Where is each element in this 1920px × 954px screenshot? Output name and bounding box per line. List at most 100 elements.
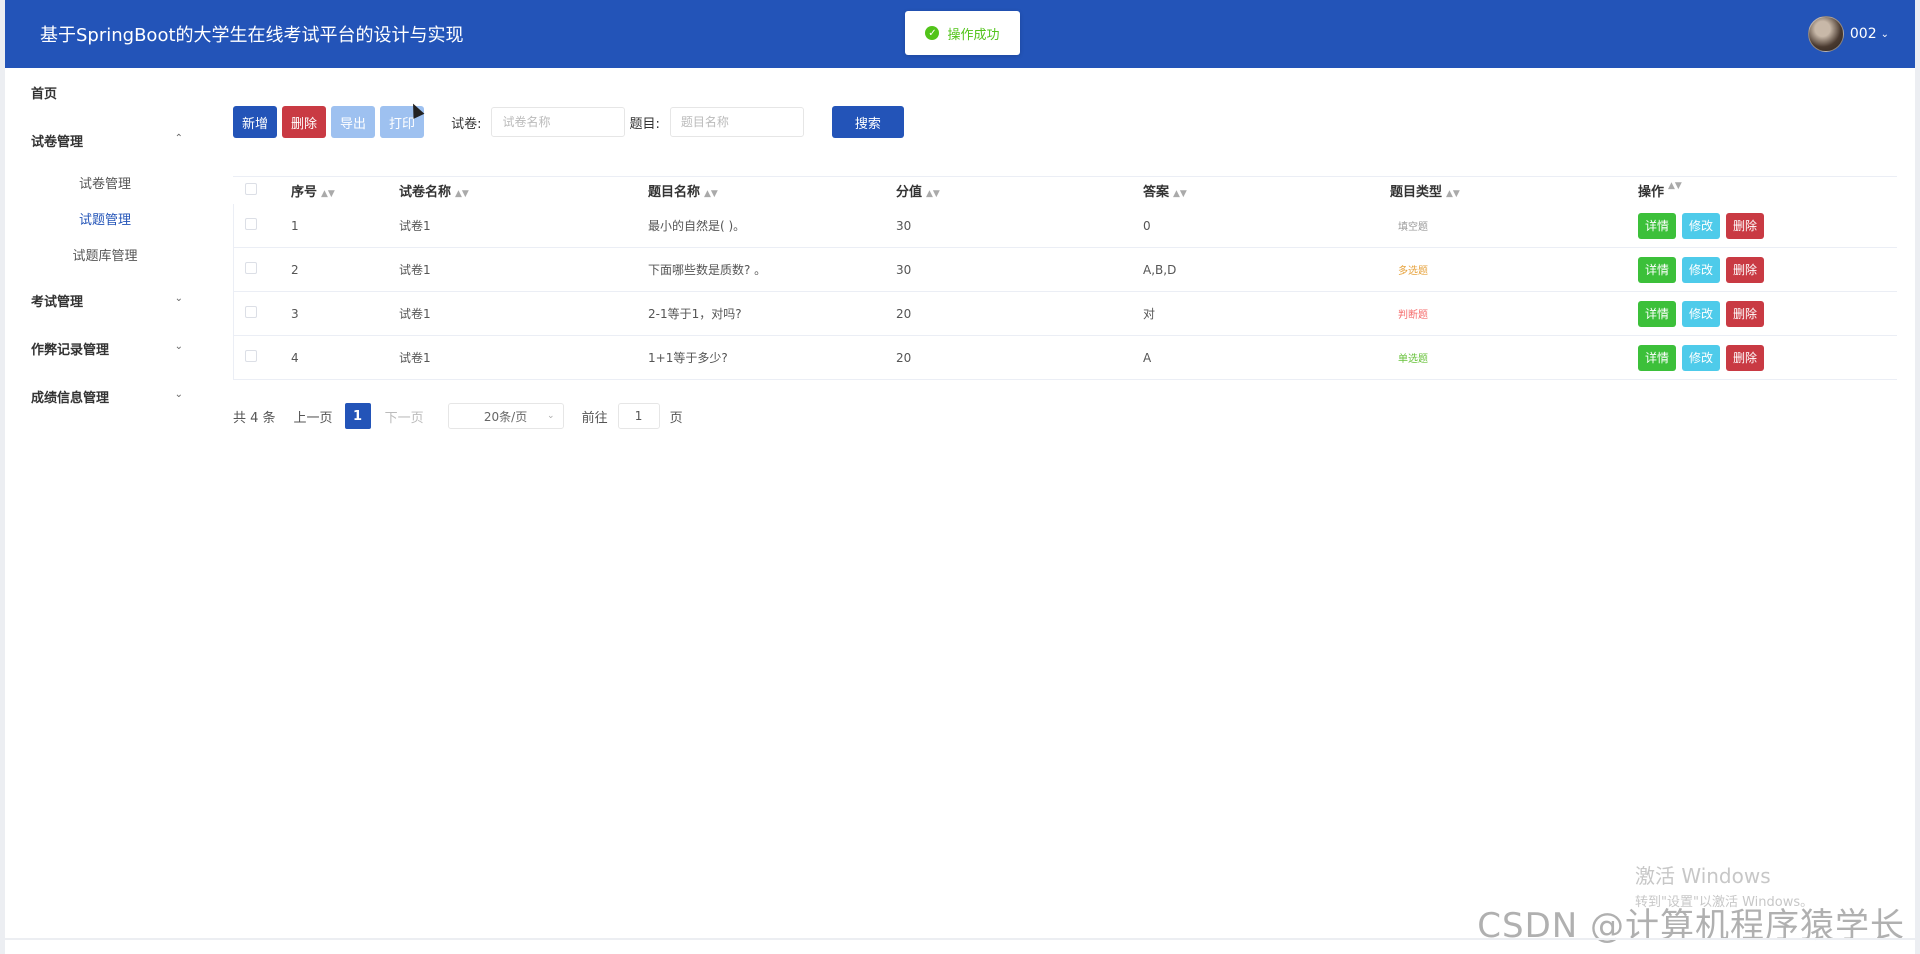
edit-button[interactable]: 修改 (1682, 300, 1721, 327)
page-size-select[interactable]: 20条/页 ⌄ (447, 403, 564, 429)
table-row: 2 试卷1 下面哪些数是质数? 。 30 A,B,D 多选题 详情 修改 删除 (233, 248, 1897, 292)
sidebar-item-label: 首页 (31, 86, 58, 102)
delete-row-button[interactable]: 删除 (1726, 344, 1765, 371)
sidebar-group-score[interactable]: 成绩信息管理 ⌄ (5, 372, 195, 420)
sidebar-item-label: 作弊记录管理 (31, 342, 110, 358)
sidebar-item-question-bank[interactable]: 试题库管理 (5, 236, 195, 272)
chevron-down-icon: ⌄ (547, 411, 555, 421)
table-border (233, 204, 234, 380)
type-tag: 单选题 (1398, 354, 1428, 365)
column-header-question[interactable]: 题目名称 ▲▼ (648, 181, 896, 200)
column-header-ops[interactable]: 操作 ▲▼ (1638, 181, 1897, 200)
cell-score: 20 (896, 350, 912, 365)
page-unit-label: 页 (669, 410, 683, 426)
question-search-label: 题目: (629, 116, 660, 132)
paper-search-input[interactable] (491, 107, 626, 137)
chevron-down-icon: ⌄ (174, 293, 183, 304)
row-checkbox[interactable] (245, 262, 257, 274)
row-checkbox[interactable] (245, 350, 257, 362)
sidebar-item-home[interactable]: 首页 (5, 68, 195, 116)
sort-icon[interactable]: ▲▼ (1668, 181, 1682, 200)
column-header-answer[interactable]: 答案 ▲▼ (1143, 181, 1390, 200)
chevron-down-icon: ⌄ (1880, 28, 1889, 40)
column-header-paper[interactable]: 试卷名称 ▲▼ (399, 181, 648, 200)
cell-paper: 试卷1 (399, 307, 431, 321)
sidebar-group-exam[interactable]: 考试管理 ⌄ (5, 276, 195, 324)
sidebar-item-label: 试卷管理 (31, 134, 84, 150)
detail-button[interactable]: 详情 (1638, 300, 1677, 327)
cell-index: 4 (291, 350, 299, 365)
sidebar-submenu-paper: 试卷管理 试题管理 试题库管理 (5, 164, 195, 276)
prev-page-button[interactable]: 上一页 (294, 407, 333, 426)
sort-icon[interactable]: ▲▼ (1173, 189, 1187, 199)
pagination: 共 4 条 上一页 1 下一页 20条/页 ⌄ 前往 1 页 (233, 403, 683, 429)
pagination-total: 共 4 条 (233, 410, 276, 426)
column-header-index[interactable]: 序号 ▲▼ (291, 181, 399, 200)
check-circle-icon: ✓ (925, 26, 940, 40)
sidebar-group-paper[interactable]: 试卷管理 ⌃ (5, 116, 195, 164)
type-tag: 判断题 (1398, 310, 1428, 321)
detail-button[interactable]: 详情 (1638, 344, 1677, 371)
next-page-button[interactable]: 下一页 (385, 407, 424, 426)
app-title: 基于SpringBoot的大学生在线考试平台的设计与实现 (40, 25, 464, 46)
username: 002 (1849, 26, 1877, 42)
chevron-down-icon: ⌄ (174, 389, 183, 400)
table-row: 1 试卷1 最小的自然是( )。 30 0 填空题 详情 修改 删除 (233, 204, 1897, 248)
add-button[interactable]: 新增 (233, 106, 278, 138)
sort-icon[interactable]: ▲▼ (704, 189, 718, 199)
export-button[interactable]: 导出 (331, 106, 376, 138)
cell-question: 下面哪些数是质数? 。 (648, 263, 767, 277)
chevron-down-icon: ⌄ (174, 341, 183, 352)
search-button[interactable]: 搜索 (831, 106, 904, 138)
sort-icon[interactable]: ▲▼ (1446, 189, 1460, 199)
sidebar: 首页 试卷管理 ⌃ 试卷管理 试题管理 试题库管理 考试管理 ⌄ 作弊记录管理 … (5, 68, 195, 938)
cell-paper: 试卷1 (399, 351, 431, 365)
chevron-up-icon: ⌃ (174, 133, 183, 144)
type-tag: 多选题 (1398, 266, 1428, 277)
cell-question: 最小的自然是( )。 (648, 219, 746, 233)
sort-icon[interactable]: ▲▼ (321, 189, 335, 199)
bottom-divider (5, 938, 1915, 940)
page: 基于SpringBoot的大学生在线考试平台的设计与实现 ✓ 操作成功 002 … (0, 0, 1920, 954)
cell-answer: 0 (1143, 218, 1151, 233)
page-jump-input[interactable]: 1 (617, 403, 660, 429)
sidebar-item-label: 考试管理 (31, 294, 84, 310)
row-checkbox[interactable] (245, 306, 257, 318)
edit-button[interactable]: 修改 (1682, 344, 1721, 371)
cell-score: 30 (896, 262, 912, 277)
delete-button[interactable]: 删除 (282, 106, 327, 138)
cell-paper: 试卷1 (399, 263, 431, 277)
cell-answer: A,B,D (1143, 262, 1177, 277)
cell-answer: 对 (1143, 307, 1156, 321)
table-row: 4 试卷1 1+1等于多少? 20 A 单选题 详情 修改 删除 (233, 336, 1897, 380)
sidebar-item-paper-manage[interactable]: 试卷管理 (5, 164, 195, 200)
select-all-checkbox[interactable] (245, 182, 257, 195)
sort-icon[interactable]: ▲▼ (926, 189, 940, 199)
page-number-current[interactable]: 1 (344, 403, 371, 429)
cell-answer: A (1143, 350, 1152, 365)
table-row: 3 试卷1 2-1等于1，对吗? 20 对 判断题 详情 修改 删除 (233, 292, 1897, 336)
delete-row-button[interactable]: 删除 (1726, 212, 1765, 239)
edit-button[interactable]: 修改 (1682, 212, 1721, 239)
toolbar: 新增 删除 导出 打印 试卷: 题目: 搜索 (233, 106, 909, 138)
column-header-score[interactable]: 分值 ▲▼ (896, 181, 1143, 200)
cell-question: 2-1等于1，对吗? (648, 307, 742, 321)
edit-button[interactable]: 修改 (1682, 256, 1721, 283)
cell-question: 1+1等于多少? (648, 351, 728, 365)
column-header-type[interactable]: 题目类型 ▲▼ (1390, 181, 1638, 200)
sort-icon[interactable]: ▲▼ (455, 189, 469, 199)
detail-button[interactable]: 详情 (1638, 212, 1677, 239)
row-checkbox[interactable] (245, 218, 257, 230)
delete-row-button[interactable]: 删除 (1726, 256, 1765, 283)
cell-score: 30 (896, 218, 912, 233)
question-search-input[interactable] (669, 107, 804, 137)
sidebar-group-cheat[interactable]: 作弊记录管理 ⌄ (5, 324, 195, 372)
cell-index: 3 (291, 306, 299, 321)
cell-index: 2 (291, 262, 299, 277)
user-menu[interactable]: 002 ⌄ (1807, 16, 1889, 52)
toast-message: 操作成功 (947, 27, 1000, 43)
sidebar-item-question-manage[interactable]: 试题管理 (5, 200, 195, 236)
cell-index: 1 (291, 218, 299, 233)
detail-button[interactable]: 详情 (1638, 256, 1677, 283)
delete-row-button[interactable]: 删除 (1726, 300, 1765, 327)
